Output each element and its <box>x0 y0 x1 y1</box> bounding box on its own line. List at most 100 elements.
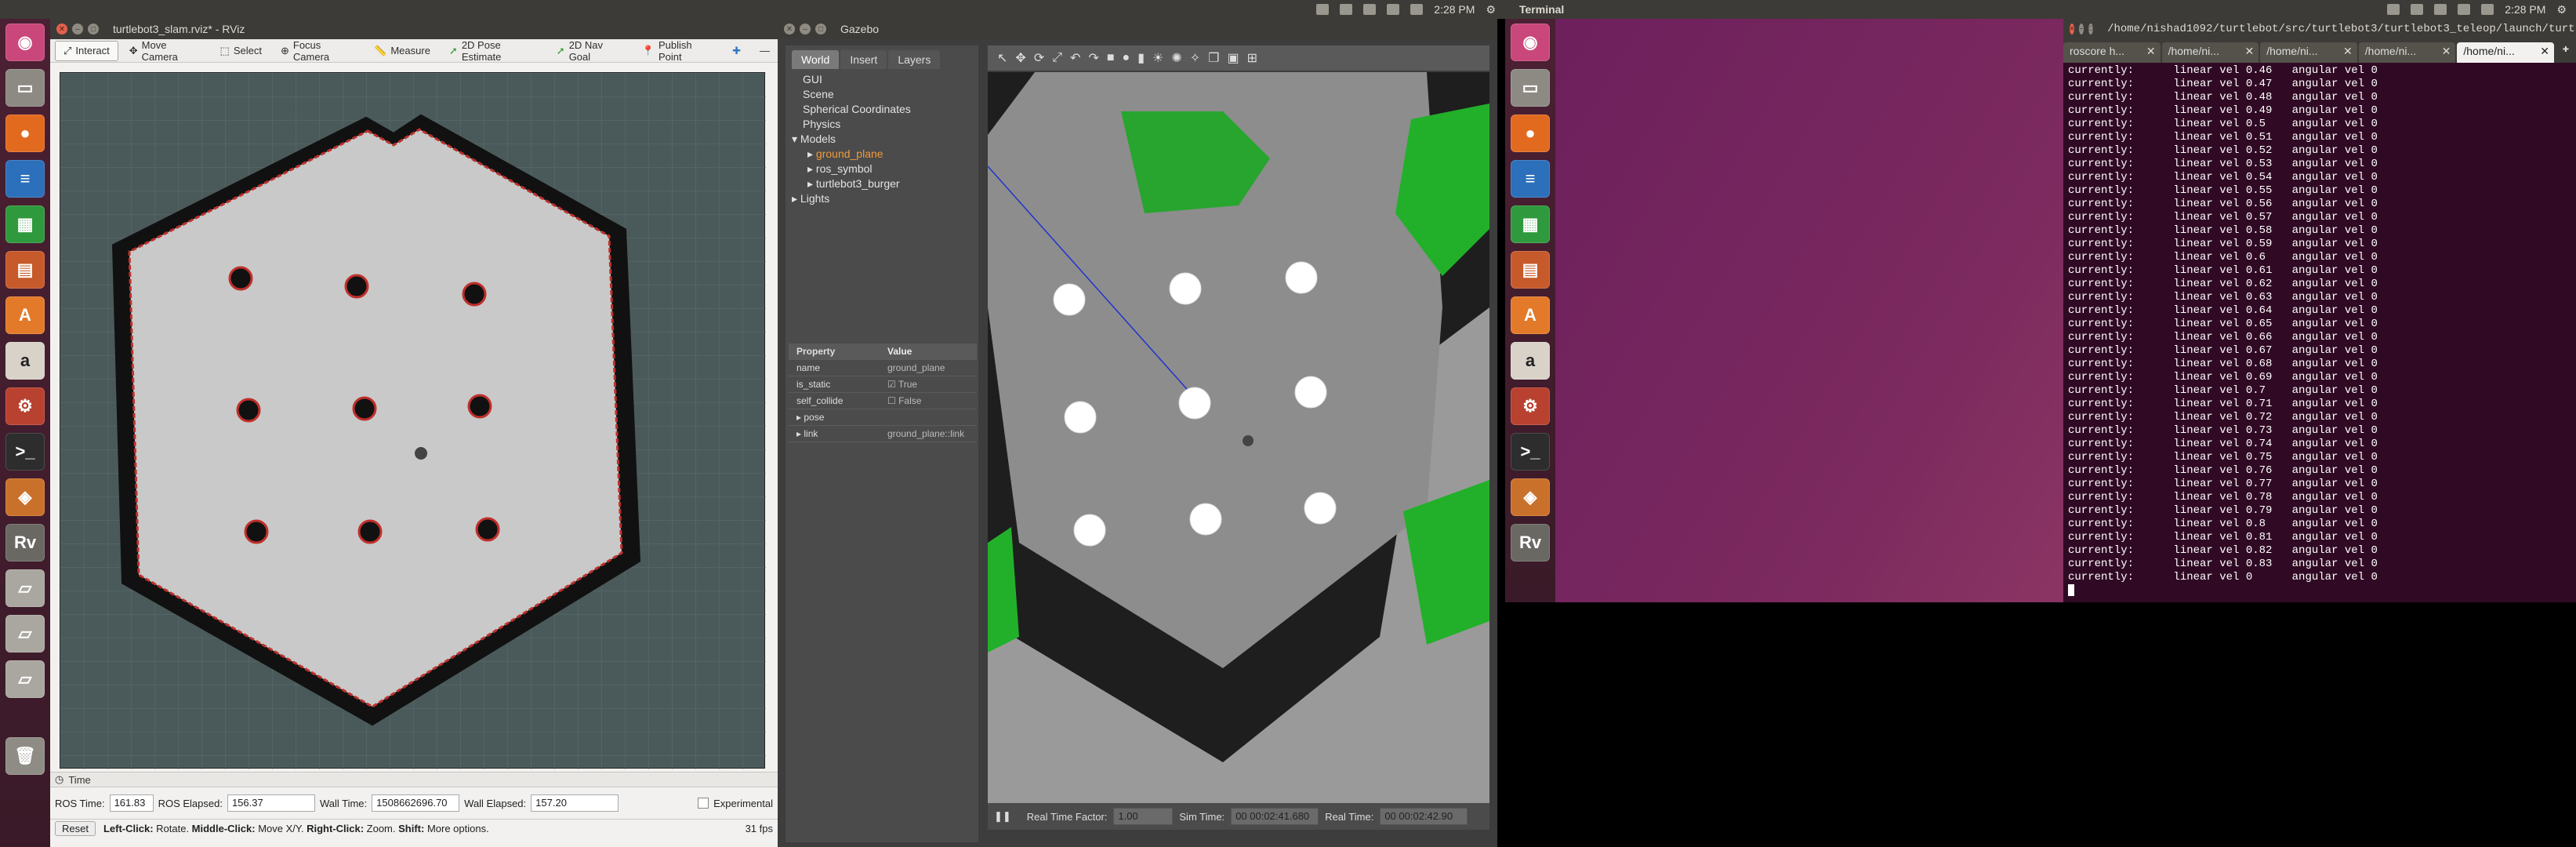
box-icon[interactable]: ■ <box>1107 51 1115 65</box>
minimize-icon[interactable]: – <box>2079 24 2084 35</box>
settings-icon[interactable]: ⚙ <box>1511 387 1550 425</box>
rviz-icon[interactable]: Rv <box>5 524 45 562</box>
impress-icon[interactable]: ▤ <box>5 251 45 289</box>
network-icon[interactable] <box>1316 4 1330 15</box>
keyboard-icon[interactable] <box>2411 4 2424 15</box>
usb-drive-icon[interactable]: ▱ <box>5 660 45 698</box>
gazebo-titlebar[interactable]: ✕ – □ Gazebo <box>778 19 1497 39</box>
rviz-3d-view[interactable] <box>60 72 766 769</box>
ubuntu-dash-icon[interactable]: ◉ <box>1511 24 1550 61</box>
bluetooth-icon[interactable] <box>2434 4 2447 15</box>
terminal-output[interactable]: currently: linear vel 0.46 angular vel 0… <box>2063 63 2576 584</box>
tree-item-gui[interactable]: GUI <box>792 72 972 87</box>
ubuntu-dash-icon[interactable]: ◉ <box>5 24 45 61</box>
firefox-icon[interactable]: ● <box>5 115 45 152</box>
paste-icon[interactable]: ▣ <box>1228 50 1239 66</box>
add-tool-button[interactable]: ✚ <box>724 41 749 61</box>
maximize-icon[interactable]: □ <box>2088 24 2094 35</box>
tree-item-models[interactable]: ▾ Models <box>792 132 972 147</box>
property-row[interactable]: self_collide ☐ False <box>789 393 977 409</box>
tool-menu-button[interactable]: — <box>752 41 778 61</box>
usb-drive-icon[interactable]: ▱ <box>5 569 45 607</box>
wall-elapsed-field[interactable]: 157.20 <box>531 794 619 812</box>
software-center-icon[interactable]: A <box>5 296 45 334</box>
time-panel-header[interactable]: ◷ Time <box>50 772 778 787</box>
experimental-checkbox[interactable] <box>698 798 709 809</box>
property-row[interactable]: ▸ pose <box>789 409 977 426</box>
sun-icon[interactable]: ☀ <box>1152 50 1163 66</box>
clock[interactable]: 2:28 PM <box>2505 3 2545 16</box>
sphere-icon[interactable]: ● <box>1123 51 1130 65</box>
copy-icon[interactable]: ❐ <box>1208 50 1219 66</box>
translate-icon[interactable]: ✥ <box>1015 50 1025 66</box>
close-icon[interactable]: ✕ <box>784 24 795 35</box>
bluetooth-icon[interactable] <box>1363 4 1377 15</box>
rviz-icon[interactable]: Rv <box>1511 524 1550 562</box>
files-icon[interactable]: ▭ <box>1511 69 1550 107</box>
calc-icon[interactable]: ▦ <box>1511 205 1550 243</box>
tree-item-scene[interactable]: Scene <box>792 87 972 102</box>
new-tab-icon[interactable]: ✚ <box>2556 42 2576 63</box>
gear-icon[interactable]: ⚙ <box>1486 3 1496 16</box>
maximize-icon[interactable]: □ <box>815 24 826 35</box>
battery-icon[interactable] <box>1387 4 1400 15</box>
expand-right-icon[interactable]: ▸ <box>807 147 816 160</box>
measure-tool[interactable]: 📏 Measure <box>366 41 438 61</box>
focus-camera-tool[interactable]: ⊕ Focus Camera <box>273 39 363 63</box>
volume-icon[interactable] <box>2481 4 2494 15</box>
align-icon[interactable]: ⊞ <box>1247 50 1257 66</box>
terminal-titlebar[interactable]: ✕ – □ /home/nishad1092/turtlebot/src/tur… <box>2063 19 2576 39</box>
experimental-option[interactable]: Experimental <box>698 798 773 809</box>
files-icon[interactable]: ▭ <box>5 69 45 107</box>
close-tab-icon[interactable]: ✕ <box>2146 45 2156 58</box>
gazebo-icon[interactable]: ◈ <box>5 478 45 516</box>
tree-item-ground-plane[interactable]: ▸ ground_plane <box>792 147 972 162</box>
pause-icon[interactable]: ❚❚ <box>994 810 1011 823</box>
close-tab-icon[interactable]: ✕ <box>2442 45 2451 58</box>
minimize-icon[interactable]: – <box>800 24 811 35</box>
writer-icon[interactable]: ≡ <box>1511 160 1550 198</box>
scale-icon[interactable]: ⤢ <box>1052 51 1062 65</box>
property-row[interactable]: name ground_plane <box>789 360 977 376</box>
trash-icon[interactable]: 🗑 <box>5 737 45 775</box>
close-icon[interactable]: ✕ <box>56 24 67 35</box>
select-mode-icon[interactable]: ↖ <box>997 50 1007 66</box>
usb-drive-icon[interactable]: ▱ <box>5 615 45 653</box>
reset-button[interactable]: Reset <box>55 821 96 836</box>
close-tab-icon[interactable]: ✕ <box>2540 45 2549 58</box>
volume-icon[interactable] <box>1410 4 1424 15</box>
publish-point-tool[interactable]: 📍 Publish Point <box>634 39 721 63</box>
property-row[interactable]: ▸ link ground_plane::link <box>789 426 977 442</box>
terminal-tab[interactable]: /home/ni... ✕ <box>2260 42 2357 63</box>
software-center-icon[interactable]: A <box>1511 296 1550 334</box>
impress-icon[interactable]: ▤ <box>1511 251 1550 289</box>
interact-tool[interactable]: ⤢ Interact <box>55 40 118 61</box>
network-icon[interactable] <box>2387 4 2400 15</box>
tree-item-spherical-coordinates[interactable]: Spherical Coordinates <box>792 102 972 117</box>
terminal-tab[interactable]: /home/ni... ✕ <box>2161 42 2259 63</box>
terminal-icon[interactable]: >_ <box>5 433 45 471</box>
terminal-icon[interactable]: >_ <box>1511 433 1550 471</box>
terminal-tab[interactable]: roscore h... ✕ <box>2063 42 2161 63</box>
close-tab-icon[interactable]: ✕ <box>2343 45 2353 58</box>
terminal-tab[interactable]: /home/ni... ✕ <box>2358 42 2456 63</box>
property-row[interactable]: is_static ☑ True <box>789 376 977 393</box>
close-icon[interactable]: ✕ <box>2070 24 2075 35</box>
calc-icon[interactable]: ▦ <box>5 205 45 243</box>
tree-item-ros-symbol[interactable]: ▸ ros_symbol <box>792 162 972 176</box>
ros-elapsed-field[interactable]: 156.37 <box>227 794 315 812</box>
firefox-icon[interactable]: ● <box>1511 115 1550 152</box>
cylinder-icon[interactable]: ▮ <box>1137 50 1145 66</box>
close-tab-icon[interactable]: ✕ <box>2244 45 2254 58</box>
terminal-tab-active[interactable]: /home/ni... ✕ <box>2457 42 2554 63</box>
battery-icon[interactable] <box>2458 4 2471 15</box>
expand-right-icon[interactable]: ▸ <box>807 177 816 190</box>
tab-world[interactable]: World <box>792 50 840 69</box>
redo-icon[interactable]: ↷ <box>1088 50 1098 66</box>
point-light-icon[interactable]: ✺ <box>1171 50 1181 66</box>
gazebo-icon[interactable]: ◈ <box>1511 478 1550 516</box>
tab-layers[interactable]: Layers <box>888 50 941 69</box>
expand-down-icon[interactable]: ▾ <box>792 133 800 145</box>
ros-time-field[interactable]: 161.83 <box>109 794 154 812</box>
gazebo-3d-view[interactable] <box>988 72 1489 803</box>
